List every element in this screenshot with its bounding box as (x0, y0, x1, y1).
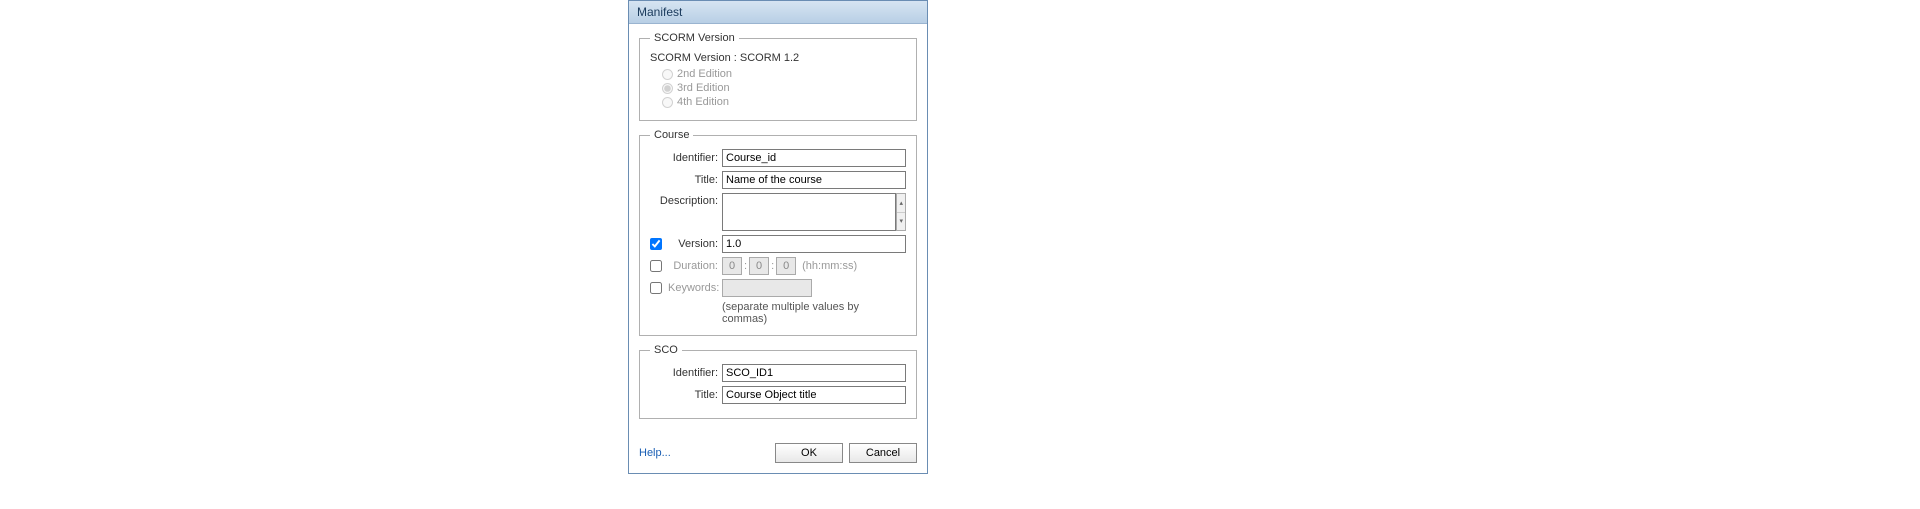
cancel-button[interactable]: Cancel (849, 443, 917, 463)
edition-4th-label: 4th Edition (677, 96, 729, 108)
sco-title-input[interactable] (722, 386, 906, 404)
duration-hours-spin (722, 257, 742, 275)
sco-identifier-row: Identifier: (650, 364, 906, 382)
scroll-down-icon[interactable]: ▾ (897, 213, 905, 231)
course-version-input[interactable] (722, 235, 906, 253)
scroll-up-icon[interactable]: ▴ (897, 194, 905, 213)
sco-legend: SCO (650, 344, 682, 356)
course-group: Course Identifier: Title: Description: ▴… (639, 129, 917, 336)
course-keywords-row: Keywords: (650, 279, 906, 297)
help-link[interactable]: Help... (639, 447, 671, 459)
course-version-label: Version: (668, 238, 722, 250)
sco-identifier-input[interactable] (722, 364, 906, 382)
version-checkbox[interactable] (650, 238, 662, 250)
duration-minutes-spin (749, 257, 769, 275)
course-keywords-label: Keywords: (668, 282, 722, 294)
scorm-version-group: SCORM Version SCORM Version : SCORM 1.2 … (639, 32, 917, 121)
edition-2nd-row: 2nd Edition (662, 68, 906, 80)
ok-button[interactable]: OK (775, 443, 843, 463)
description-scroll[interactable]: ▴ ▾ (896, 193, 906, 231)
course-description-row: Description: ▴ ▾ (650, 193, 906, 231)
duration-hours-input (723, 258, 741, 274)
course-version-row: Version: (650, 235, 906, 253)
duration-format-hint: (hh:mm:ss) (802, 260, 857, 272)
course-keywords-input (722, 279, 812, 297)
dialog-footer: Help... OK Cancel (629, 437, 927, 473)
duration-minutes-input (750, 258, 768, 274)
course-description-label: Description: (650, 193, 722, 207)
keywords-hint: (separate multiple values by commas) (722, 301, 906, 325)
dialog-title: Manifest (637, 5, 682, 19)
sco-group: SCO Identifier: Title: (639, 344, 917, 419)
course-title-row: Title: (650, 171, 906, 189)
course-duration-label: Duration: (668, 260, 722, 272)
course-legend: Course (650, 129, 693, 141)
course-identifier-label: Identifier: (650, 152, 722, 164)
scorm-version-legend: SCORM Version (650, 32, 739, 44)
dialog-titlebar[interactable]: Manifest (629, 1, 927, 24)
edition-2nd-radio (662, 69, 673, 80)
edition-3rd-row: 3rd Edition (662, 82, 906, 94)
duration-seconds-spin (776, 257, 796, 275)
manifest-dialog: Manifest SCORM Version SCORM Version : S… (628, 0, 928, 474)
duration-checkbox[interactable] (650, 260, 662, 272)
duration-seconds-input (777, 258, 795, 274)
sco-identifier-label: Identifier: (650, 367, 722, 379)
course-identifier-row: Identifier: (650, 149, 906, 167)
edition-4th-row: 4th Edition (662, 96, 906, 108)
edition-3rd-radio (662, 83, 673, 94)
edition-4th-radio (662, 97, 673, 108)
course-description-textarea[interactable] (722, 193, 896, 231)
sco-title-row: Title: (650, 386, 906, 404)
scorm-version-label: SCORM Version : SCORM 1.2 (650, 52, 906, 64)
course-identifier-input[interactable] (722, 149, 906, 167)
edition-3rd-label: 3rd Edition (677, 82, 730, 94)
dialog-content: SCORM Version SCORM Version : SCORM 1.2 … (629, 24, 927, 437)
course-title-input[interactable] (722, 171, 906, 189)
edition-2nd-label: 2nd Edition (677, 68, 732, 80)
course-duration-row: Duration: : : (hh:mm:ss) (650, 257, 906, 275)
course-title-label: Title: (650, 174, 722, 186)
keywords-checkbox[interactable] (650, 282, 662, 294)
sco-title-label: Title: (650, 389, 722, 401)
